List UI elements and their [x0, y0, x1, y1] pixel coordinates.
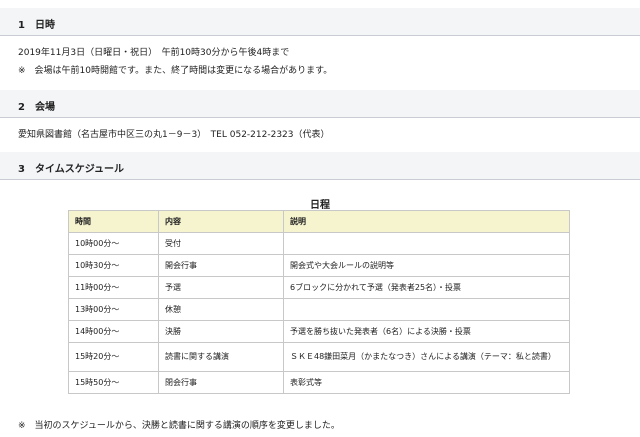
- table-row: 13時00分～ 休憩: [68, 298, 570, 321]
- row-content: 予選: [158, 276, 284, 299]
- table-row: 10時30分～ 開会行事 開会式や大会ルールの説明等: [68, 254, 570, 277]
- row-time: 14時00分～: [68, 320, 159, 343]
- row-description: 開会式や大会ルールの説明等: [283, 254, 570, 277]
- row-time: 15時50分～: [68, 371, 159, 394]
- row-description: ＳＫＥ48鎌田菜月（かまたなつき）さんによる講演（テーマ：私と読書）: [283, 342, 570, 372]
- row-time: 10時00分～: [68, 232, 159, 255]
- column-header-time: 時間: [68, 210, 159, 233]
- table-row: 11時00分～ 予選 6ブロックに分かれて予選（発表者25名）・投票: [68, 276, 570, 299]
- table-row: 10時00分～ 受付: [68, 232, 570, 255]
- row-content: 受付: [158, 232, 284, 255]
- section-heading-schedule: 3 タイムスケジュール: [0, 152, 640, 180]
- row-time: 13時00分～: [68, 298, 159, 321]
- column-header-content: 内容: [158, 210, 284, 233]
- row-description: [283, 232, 570, 255]
- table-header-row: 時間 内容 説明: [68, 210, 570, 233]
- table-row: 15時50分～ 閉会行事 表彰式等: [68, 371, 570, 394]
- column-header-description: 説明: [283, 210, 570, 233]
- section-heading-venue: 2 会場: [0, 90, 640, 118]
- schedule-table: 時間 内容 説明 10時00分～ 受付 10時30分～ 開会行事 開会式や大会ル…: [68, 210, 570, 394]
- row-description: 6ブロックに分かれて予選（発表者25名）・投票: [283, 276, 570, 299]
- row-content: 開会行事: [158, 254, 284, 277]
- row-content: 閉会行事: [158, 371, 284, 394]
- datetime-note: ※ 会場は午前10時開館です。また、終了時間は変更になる場合があります。: [18, 66, 333, 76]
- row-description: 予選を勝ち抜いた発表者（6名）による決勝・投票: [283, 320, 570, 343]
- section-heading-label: 1 日時: [18, 20, 55, 31]
- section-heading-label: 2 会場: [18, 102, 55, 113]
- row-content: 決勝: [158, 320, 284, 343]
- row-time: 10時30分～: [68, 254, 159, 277]
- row-content: 読書に関する講演: [158, 342, 284, 372]
- row-description: [283, 298, 570, 321]
- venue-text: 愛知県図書館（名古屋市中区三の丸1－9－3） TEL 052-212-2323（…: [18, 130, 330, 140]
- datetime-text: 2019年11月3日（日曜日・祝日） 午前10時30分から午後4時まで: [18, 48, 290, 58]
- schedule-caption: 日程: [310, 200, 330, 211]
- row-description: 表彰式等: [283, 371, 570, 394]
- table-row: 14時00分～ 決勝 予選を勝ち抜いた発表者（6名）による決勝・投票: [68, 320, 570, 343]
- schedule-change-note: ※ 当初のスケジュールから、決勝と読書に関する講演の順序を変更しました。: [18, 421, 340, 431]
- section-heading-datetime: 1 日時: [0, 8, 640, 36]
- table-row: 15時20分～ 読書に関する講演 ＳＫＥ48鎌田菜月（かまたなつき）さんによる講…: [68, 342, 570, 372]
- row-content: 休憩: [158, 298, 284, 321]
- section-heading-label: 3 タイムスケジュール: [18, 164, 125, 175]
- row-time: 11時00分～: [68, 276, 159, 299]
- row-time: 15時20分～: [68, 342, 159, 372]
